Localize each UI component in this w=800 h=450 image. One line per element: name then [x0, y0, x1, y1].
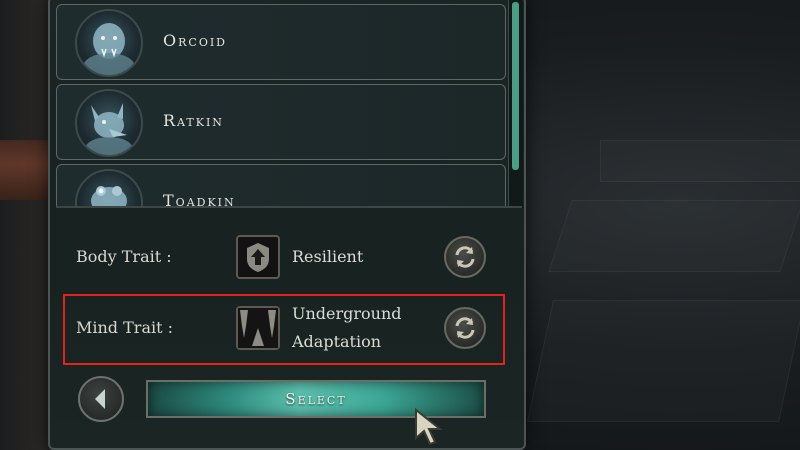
race-item-orcoid[interactable]: Orcoid [56, 4, 506, 80]
race-list-scrollbar[interactable] [508, 0, 523, 208]
orcoid-portrait [75, 9, 143, 77]
reroll-body-trait-button[interactable] [444, 236, 486, 278]
background-stone-slab [600, 140, 800, 182]
mouse-cursor-icon [415, 408, 443, 446]
background-stone-slab [548, 200, 800, 272]
reroll-icon [455, 246, 475, 268]
body-trait-value: Resilient [292, 247, 364, 266]
race-name: Ratkin [163, 111, 224, 130]
scrollbar-thumb[interactable] [512, 2, 519, 170]
toadkin-portrait [75, 169, 143, 208]
panel-divider [56, 206, 522, 208]
back-button[interactable] [78, 376, 124, 422]
shield-arrow-icon [236, 235, 280, 279]
select-button-label: Select [285, 390, 347, 408]
race-list: Orcoid Ratkin Toadkin [56, 0, 508, 208]
mind-trait-highlight-box [63, 294, 505, 365]
body-trait-label: Body Trait : [76, 247, 172, 266]
background-stone-slab [527, 300, 800, 422]
race-item-toadkin[interactable]: Toadkin [56, 164, 506, 208]
race-item-ratkin[interactable]: Ratkin [56, 84, 506, 160]
ratkin-portrait [75, 89, 143, 157]
left-arrow-icon [95, 389, 105, 409]
race-name: Orcoid [163, 31, 227, 50]
